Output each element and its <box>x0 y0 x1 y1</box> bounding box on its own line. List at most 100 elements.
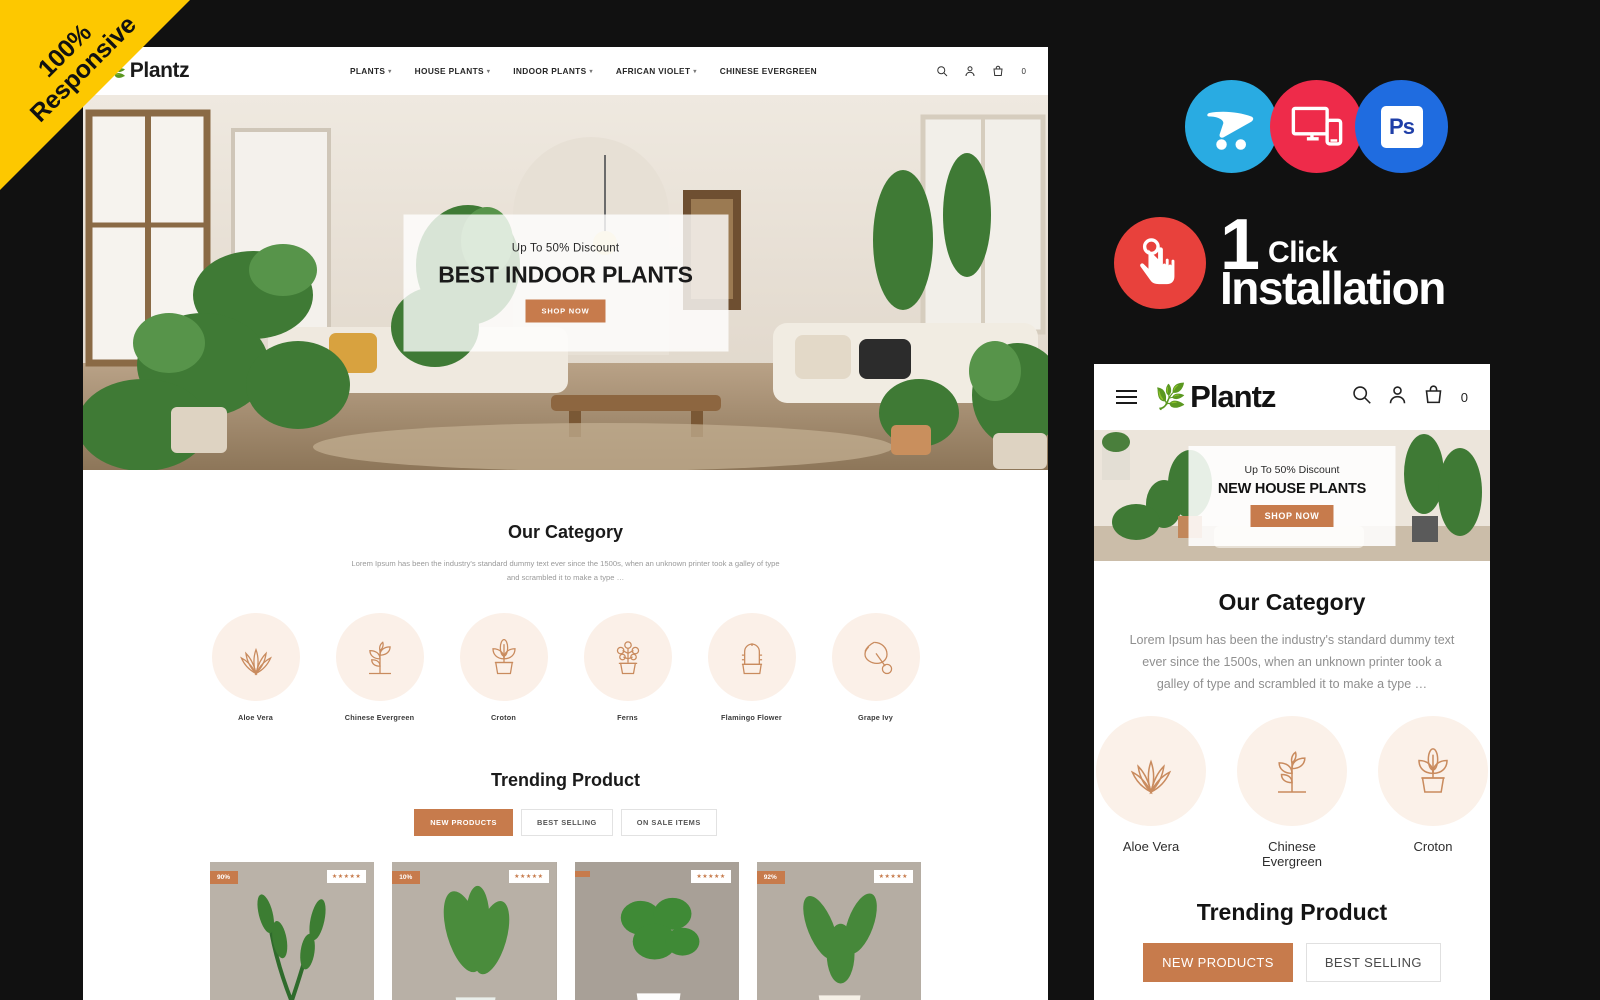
mobile-trending-tabs: NEW PRODUCTS BEST SELLING <box>1094 942 1490 982</box>
ivy-leaf-icon <box>831 613 920 702</box>
product-card[interactable]: 90% ★★★★★ <box>210 862 375 1000</box>
nav-label: PLANTS <box>350 66 386 76</box>
user-account-icon[interactable] <box>964 65 976 77</box>
discount-badge: 10% <box>392 871 421 885</box>
responsive-ribbon: 100% Responsive <box>0 0 190 190</box>
opencart-logo-icon <box>1185 80 1278 173</box>
mobile-tab-new-products[interactable]: NEW PRODUCTS <box>1143 942 1293 982</box>
category-label: Flamingo Flower <box>721 713 782 723</box>
rating-stars: ★★★★★ <box>326 870 367 884</box>
mobile-category-label: Croton <box>1413 838 1453 854</box>
mobile-preview: 🌿 Plantz 0 Up To 50% Discount NEW HOUSE … <box>1094 364 1490 1000</box>
category-title: Our Category <box>507 522 624 542</box>
category-list: Aloe Vera Chinese Evergreen Croton Ferns… <box>83 613 1048 722</box>
discount-badge <box>574 871 590 878</box>
shopping-cart-icon[interactable] <box>992 65 1004 77</box>
nav-item-chinese-evergreen[interactable]: CHINESE EVERGREEN <box>720 66 817 76</box>
category-item-ferns[interactable]: Ferns <box>583 613 672 722</box>
nav-label: CHINESE EVERGREEN <box>719 66 817 76</box>
mobile-cart-count: 0 <box>1460 389 1468 405</box>
discount-badge: 92% <box>756 871 785 885</box>
mobile-header-icon-group: 0 <box>1351 384 1468 410</box>
mobile-category-item-chinese-evergreen[interactable]: Chinese Evergreen <box>1237 715 1347 869</box>
category-label: Chinese Evergreen <box>344 713 415 723</box>
tab-best-selling[interactable]: BEST SELLING <box>520 809 613 837</box>
mobile-site-logo[interactable]: 🌿 Plantz <box>1155 379 1276 415</box>
mobile-hero-title: NEW HOUSE PLANTS <box>1217 481 1367 497</box>
nav-item-house-plants[interactable]: HOUSE PLANTS ▾ <box>415 66 491 76</box>
trending-section: Trending Product NEW PRODUCTS BEST SELLI… <box>83 770 1048 1000</box>
rating-stars: ★★★★★ <box>509 870 549 884</box>
chevron-down-icon: ▾ <box>589 68 593 75</box>
mobile-header: 🌿 Plantz 0 <box>1094 364 1490 430</box>
category-label: Croton <box>490 713 517 723</box>
category-item-grape-ivy[interactable]: Grape Ivy <box>831 613 920 723</box>
main-navigation: PLANTS ▾ HOUSE PLANTS ▾ INDOOR PLANTS ▾ … <box>350 66 936 76</box>
responsive-devices-icon <box>1270 80 1363 173</box>
user-account-icon[interactable] <box>1387 384 1408 410</box>
photoshop-icon: Ps <box>1355 80 1448 173</box>
tab-on-sale-items[interactable]: ON SALE ITEMS <box>620 809 717 837</box>
mobile-category-label: Aloe Vera <box>1122 838 1180 854</box>
discount-badge: 90% <box>210 871 239 885</box>
product-card[interactable]: 92% ★★★★★ <box>756 862 921 1000</box>
search-icon[interactable] <box>936 65 948 77</box>
chevron-down-icon: ▾ <box>388 68 392 75</box>
mobile-tab-best-selling[interactable]: BEST SELLING <box>1305 942 1441 982</box>
chevron-down-icon: ▾ <box>486 68 491 75</box>
platform-badges: Ps <box>1185 80 1448 173</box>
rating-stars: ★★★★★ <box>873 870 913 884</box>
category-item-chinese-evergreen[interactable]: Chinese Evergreen <box>335 613 424 723</box>
category-item-croton[interactable]: Croton <box>459 613 548 723</box>
nav-label: AFRICAN VIOLET <box>615 66 691 76</box>
nav-item-indoor-plants[interactable]: INDOOR PLANTS ▾ <box>513 66 593 76</box>
potted-leaf-icon <box>1378 715 1488 826</box>
click-hand-icon <box>1114 217 1206 310</box>
category-label: Grape Ivy <box>857 713 894 723</box>
mobile-category-list: Aloe Vera Chinese Evergreen Croton <box>1094 715 1490 869</box>
mobile-category-item-aloe-vera[interactable]: Aloe Vera <box>1096 715 1206 869</box>
category-section: Our Category Lorem Ipsum has been the in… <box>83 470 1048 723</box>
trending-tabs: NEW PRODUCTS BEST SELLING ON SALE ITEMS <box>83 809 1048 837</box>
header-icon-group: 0 <box>936 65 1026 77</box>
product-card[interactable]: ★★★★★ <box>574 862 739 1000</box>
one-click-installation: 1 Click Installation <box>1114 209 1446 315</box>
rating-stars: ★★★★★ <box>691 870 731 884</box>
mobile-category-description: Lorem Ipsum has been the industry's stan… <box>1129 633 1455 691</box>
sprout-plant-icon <box>335 613 424 702</box>
category-description: Lorem Ipsum has been the industry's stan… <box>351 559 780 583</box>
category-item-aloe-vera[interactable]: Aloe Vera <box>211 613 300 723</box>
trending-title: Trending Product <box>490 770 640 791</box>
category-label: Aloe Vera <box>237 713 274 723</box>
install-text-block: 1 Click Installation <box>1220 209 1446 315</box>
mobile-shop-now-button[interactable]: SHOP NOW <box>1250 505 1334 527</box>
mobile-category-item-croton[interactable]: Croton <box>1378 715 1488 869</box>
tab-new-products[interactable]: NEW PRODUCTS <box>414 809 513 837</box>
hamburger-menu-icon[interactable] <box>1116 390 1137 404</box>
category-item-flamingo-flower[interactable]: Flamingo Flower <box>707 613 796 723</box>
mobile-hero-banner: Up To 50% Discount NEW HOUSE PLANTS SHOP… <box>1094 430 1490 561</box>
product-card[interactable]: 10% ★★★★★ <box>392 862 557 1000</box>
nav-label: HOUSE PLANTS <box>414 66 484 76</box>
cart-count: 0 <box>1021 66 1026 76</box>
chevron-down-icon: ▾ <box>693 68 697 75</box>
desktop-preview: 🌿 Plantz PLANTS ▾ HOUSE PLANTS ▾ INDOOR … <box>83 47 1048 1000</box>
hero-banner: Up To 50% Discount BEST INDOOR PLANTS SH… <box>83 95 1048 470</box>
search-icon[interactable] <box>1351 384 1372 410</box>
hero-title: BEST INDOOR PLANTS <box>438 261 693 288</box>
hero-shop-now-button[interactable]: SHOP NOW <box>525 299 606 323</box>
mobile-logo-text: Plantz <box>1190 379 1276 414</box>
mobile-category-section: Our Category Lorem Ipsum has been the in… <box>1094 561 1490 869</box>
product-grid: 90% ★★★★★ 10% ★★★★★ ★★★★★ 92% ★★★★★ <box>83 836 1048 1000</box>
mobile-category-label: Chinese Evergreen <box>1262 838 1322 869</box>
mobile-category-title: Our Category <box>1218 589 1366 615</box>
mobile-trending-title: Trending Product <box>1196 898 1388 925</box>
sprout-plant-icon <box>1237 715 1347 826</box>
nav-item-african-violet[interactable]: AFRICAN VIOLET ▾ <box>616 66 697 76</box>
potted-fern-icon <box>583 613 672 702</box>
shopping-cart-icon[interactable] <box>1423 384 1444 410</box>
install-word-installation: Installation <box>1220 262 1446 315</box>
nav-item-plants[interactable]: PLANTS ▾ <box>350 66 392 76</box>
mobile-hero-card: Up To 50% Discount NEW HOUSE PLANTS SHOP… <box>1188 445 1396 546</box>
desktop-header: 🌿 Plantz PLANTS ▾ HOUSE PLANTS ▾ INDOOR … <box>83 47 1048 95</box>
